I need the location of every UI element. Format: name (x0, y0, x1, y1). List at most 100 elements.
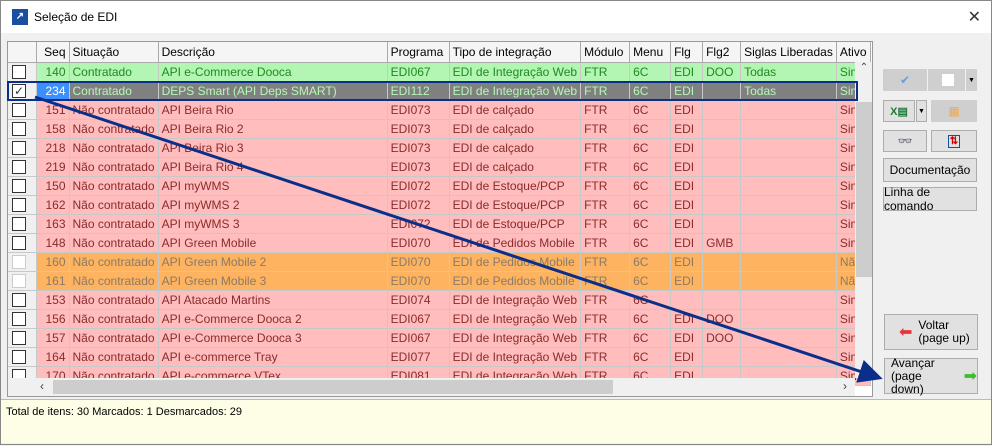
row-checkbox-cell[interactable] (8, 214, 37, 234)
row-checkbox-cell[interactable] (8, 290, 37, 310)
table-row[interactable]: 150 Não contratado API myWMS EDI072 EDI de E… (8, 176, 871, 196)
row-checkbox[interactable] (12, 216, 26, 231)
row-checkbox-cell[interactable] (8, 328, 37, 348)
table-row[interactable]: ✓ 234 Contratado DEPS Smart (API Deps SMART… (8, 81, 871, 101)
row-checkbox[interactable] (12, 311, 26, 326)
cell-descricao: DEPS Smart (API Deps SMART) (158, 81, 388, 101)
sort-icon: ⇅ (947, 134, 961, 148)
column-header[interactable]: Módulo (580, 42, 631, 63)
cell-programa: EDI070 (387, 233, 450, 253)
row-checkbox-cell[interactable] (8, 100, 37, 120)
table-row[interactable]: 148 Não contratado API Green Mobile EDI070 E… (8, 233, 871, 253)
voltar-button[interactable]: ⬅ Voltar (page up) (884, 314, 978, 350)
scroll-right-icon[interactable]: › (843, 379, 847, 393)
search-button[interactable]: 👓 (883, 130, 927, 152)
vertical-scrollbar[interactable]: ⌃ (855, 62, 872, 378)
column-header[interactable]: Programa (387, 42, 450, 63)
row-checkbox-cell[interactable] (8, 309, 37, 329)
row-checkbox-cell[interactable] (8, 271, 37, 291)
row-checkbox[interactable] (12, 178, 26, 193)
export-excel-button[interactable]: X▤ (883, 100, 915, 122)
row-checkbox-cell[interactable] (8, 119, 37, 139)
row-checkbox-cell[interactable] (8, 195, 37, 215)
row-checkbox[interactable] (12, 273, 26, 288)
column-header[interactable]: Siglas Liberadas (740, 42, 837, 63)
row-checkbox[interactable] (12, 235, 26, 250)
linha-de-comando-button[interactable]: Linha de comando (883, 185, 977, 213)
cell-programa: EDI112 (387, 81, 450, 101)
row-checkbox[interactable] (12, 292, 26, 307)
column-header[interactable]: Tipo de integração (449, 42, 582, 63)
row-checkbox[interactable] (12, 349, 26, 364)
row-checkbox-cell[interactable] (8, 233, 37, 253)
column-header[interactable]: Menu (629, 42, 672, 63)
column-header[interactable]: Flg2 (702, 42, 742, 63)
table-row[interactable]: 157 Não contratado API e-Commerce Dooca 3E… (8, 328, 871, 348)
cell-menu: 6C (629, 271, 672, 291)
cell-programa: EDI077 (387, 347, 450, 367)
vertical-scroll-thumb[interactable] (856, 102, 872, 277)
table-row[interactable]: 156 Não contratado API e-Commerce Dooca 2E… (8, 309, 871, 329)
export-dropdown-icon[interactable]: ▼ (916, 100, 927, 122)
table-row[interactable]: 162 Não contratado API myWMS 2 EDI072 EDI de… (8, 195, 871, 215)
row-checkbox[interactable] (12, 121, 26, 136)
row-checkbox[interactable]: ✓ (12, 83, 26, 98)
avancar-label: Avançar (891, 355, 935, 370)
column-header[interactable]: Situação (69, 42, 159, 63)
row-checkbox[interactable] (12, 159, 26, 174)
scroll-up-icon[interactable]: ⌃ (855, 62, 872, 73)
row-checkbox[interactable] (12, 140, 26, 155)
row-checkbox[interactable] (12, 254, 26, 269)
documentacao-button[interactable]: Documentação (883, 158, 977, 182)
row-checkbox[interactable] (12, 64, 26, 79)
table-row[interactable]: 164 Não contratado API e-commerce Tray EDI0… (8, 347, 871, 367)
cell-menu: 6C (629, 214, 672, 234)
arrow-left-icon: ⬅ (899, 324, 913, 341)
cell-situacao: Não contratado (69, 252, 159, 272)
row-checkbox-cell[interactable] (8, 347, 37, 367)
column-header[interactable]: Flg (670, 42, 704, 63)
horizontal-scroll-thumb[interactable] (53, 380, 613, 394)
table-row[interactable]: 140 Contratado API e-Commerce Dooca EDI067 E… (8, 62, 871, 82)
cell-programa: EDI074 (387, 290, 450, 310)
table-row[interactable]: 163 Não contratado API myWMS 3 EDI072 EDI de… (8, 214, 871, 234)
close-icon[interactable]: ✕ (968, 7, 981, 27)
check-all-button[interactable]: ✔ (883, 69, 927, 91)
row-checkbox-cell[interactable] (8, 138, 37, 158)
table-row[interactable]: 158 Não contratado API Beira Rio 2 EDI073 ED… (8, 119, 871, 139)
row-checkbox-cell[interactable] (8, 176, 37, 196)
horizontal-scrollbar[interactable]: ‹ › (8, 378, 855, 396)
row-checkbox[interactable] (12, 197, 26, 212)
table-row[interactable]: 160 Não contratado API Green Mobile 2 EDI07… (8, 252, 871, 272)
row-checkbox[interactable] (12, 330, 26, 345)
cell-flg: EDI (670, 271, 704, 291)
sort-button[interactable]: ⇅ (931, 130, 977, 152)
scroll-left-icon[interactable]: ‹ (40, 379, 44, 393)
table-row[interactable]: 153 Não contratado API Atacado Martins EDI0… (8, 290, 871, 310)
cell-flg2 (702, 119, 742, 139)
row-checkbox-cell[interactable] (8, 252, 37, 272)
edi-grid[interactable]: Seq Situação Descrição Programa Tipo de inte… (7, 41, 873, 397)
voltar-label: Voltar (918, 318, 950, 332)
row-checkbox-cell[interactable]: ✓ (8, 81, 37, 101)
table-row[interactable]: 219 Não contratado API Beira Rio 4 EDI073 ED… (8, 157, 871, 177)
cell-modulo: FTR (580, 62, 631, 82)
table-row[interactable]: 161 Não contratado API Green Mobile 3 EDI07… (8, 271, 871, 291)
uncheck-dropdown-icon[interactable]: ▼ (966, 69, 977, 91)
row-checkbox[interactable] (12, 102, 26, 117)
row-checkbox-cell[interactable] (8, 62, 37, 82)
avancar-button[interactable]: Avançar (page down) ➡ (884, 355, 978, 395)
column-header[interactable]: Ativo (836, 42, 871, 63)
column-header[interactable] (8, 42, 37, 63)
layout-button[interactable]: ▦ (931, 100, 977, 122)
cell-tipo: EDI de Integração Web (449, 328, 582, 348)
column-header[interactable]: Descrição (158, 42, 388, 63)
row-checkbox-cell[interactable] (8, 157, 37, 177)
table-row[interactable]: 151 Não contratado API Beira Rio EDI073 EDI … (8, 100, 871, 120)
table-row[interactable]: 218 Não contratado API Beira Rio 3 EDI073 ED… (8, 138, 871, 158)
column-header[interactable]: Seq (36, 42, 70, 63)
uncheck-all-button[interactable] (931, 69, 965, 91)
cell-tipo: EDI de calçado (449, 138, 582, 158)
cell-situacao: Contratado (69, 81, 159, 101)
cell-siglas: Todas (740, 81, 837, 101)
